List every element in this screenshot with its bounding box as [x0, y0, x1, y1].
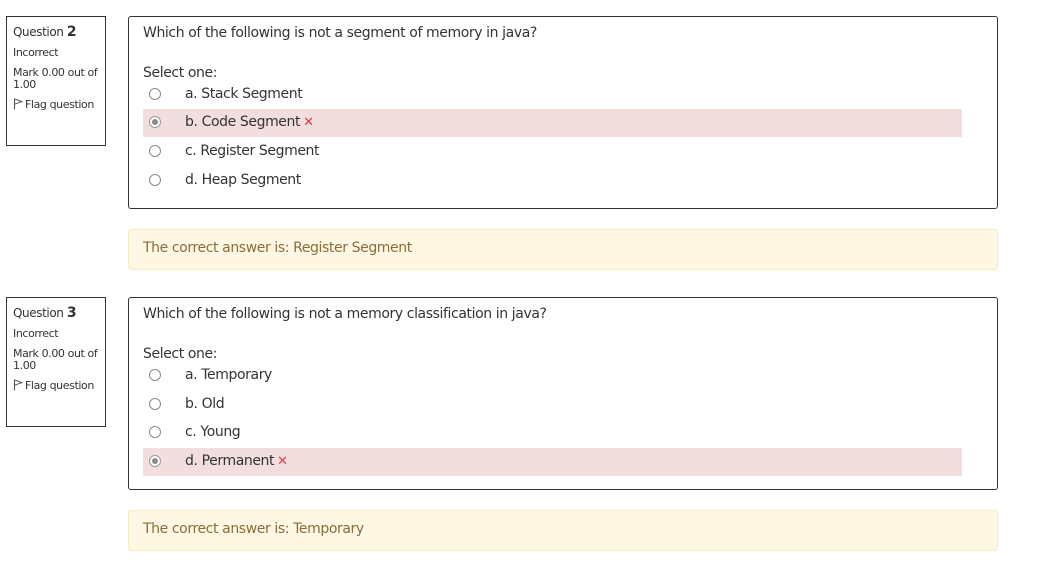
question-number: Question 3 [13, 305, 77, 321]
question-state: Incorrect [13, 327, 59, 340]
correct-answer-feedback: The correct answer is: Temporary [128, 510, 998, 551]
radio-button[interactable] [149, 426, 161, 438]
answer-option[interactable]: a. Temporary [143, 362, 962, 390]
answer-label[interactable]: c. Register Segment [185, 143, 319, 159]
answer-label[interactable]: c. Young [185, 424, 241, 440]
answer-option[interactable]: b. Old [143, 391, 962, 419]
question-state: Incorrect [13, 46, 59, 59]
flag-icon [13, 98, 23, 110]
answer-label[interactable]: d. Heap Segment [185, 172, 301, 188]
radio-button[interactable] [149, 116, 161, 128]
question-text: Which of the following is not a memory c… [143, 306, 547, 322]
question-formulation: Which of the following is not a memory c… [128, 297, 998, 490]
radio-button[interactable] [149, 174, 161, 186]
flag-question-button[interactable]: Flag question [13, 98, 99, 111]
answer-option[interactable]: b. Code Segment ✕ [143, 109, 962, 137]
answer-label[interactable]: d. Permanent ✕ [185, 453, 288, 469]
feedback-text: The correct answer is: Temporary [143, 521, 364, 537]
question-grade: Mark 0.00 out of 1.00 [13, 347, 98, 372]
answer-option[interactable]: a. Stack Segment [143, 81, 962, 109]
correct-answer-feedback: The correct answer is: Register Segment [128, 229, 998, 270]
incorrect-icon: ✕ [303, 115, 314, 130]
question-formulation: Which of the following is not a segment … [128, 16, 998, 209]
answer-label[interactable]: b. Old [185, 396, 225, 412]
answer-option[interactable]: d. Permanent ✕ [143, 448, 962, 476]
question-info-panel: Question 2 Incorrect Mark 0.00 out of 1.… [6, 16, 106, 146]
question-info-panel: Question 3 Incorrect Mark 0.00 out of 1.… [6, 297, 106, 427]
radio-button[interactable] [149, 398, 161, 410]
select-one-prompt: Select one: [143, 346, 218, 362]
radio-button[interactable] [149, 455, 161, 467]
answer-label[interactable]: b. Code Segment ✕ [185, 114, 314, 130]
answer-option[interactable]: c. Young [143, 419, 962, 447]
flag-question-label: Flag question [25, 98, 94, 111]
question-grade: Mark 0.00 out of 1.00 [13, 66, 98, 91]
answer-option[interactable]: c. Register Segment [143, 138, 962, 166]
answer-option[interactable]: d. Heap Segment [143, 167, 962, 195]
flag-icon [13, 379, 23, 391]
feedback-text: The correct answer is: Register Segment [143, 240, 412, 256]
answer-label[interactable]: a. Stack Segment [185, 86, 303, 102]
flag-question-button[interactable]: Flag question [13, 379, 99, 392]
radio-button[interactable] [149, 145, 161, 157]
radio-button[interactable] [149, 369, 161, 381]
radio-button[interactable] [149, 88, 161, 100]
question-text: Which of the following is not a segment … [143, 25, 537, 41]
select-one-prompt: Select one: [143, 65, 218, 81]
answer-label[interactable]: a. Temporary [185, 367, 272, 383]
incorrect-icon: ✕ [277, 454, 288, 469]
flag-question-label: Flag question [25, 379, 94, 392]
question-number: Question 2 [13, 24, 77, 40]
